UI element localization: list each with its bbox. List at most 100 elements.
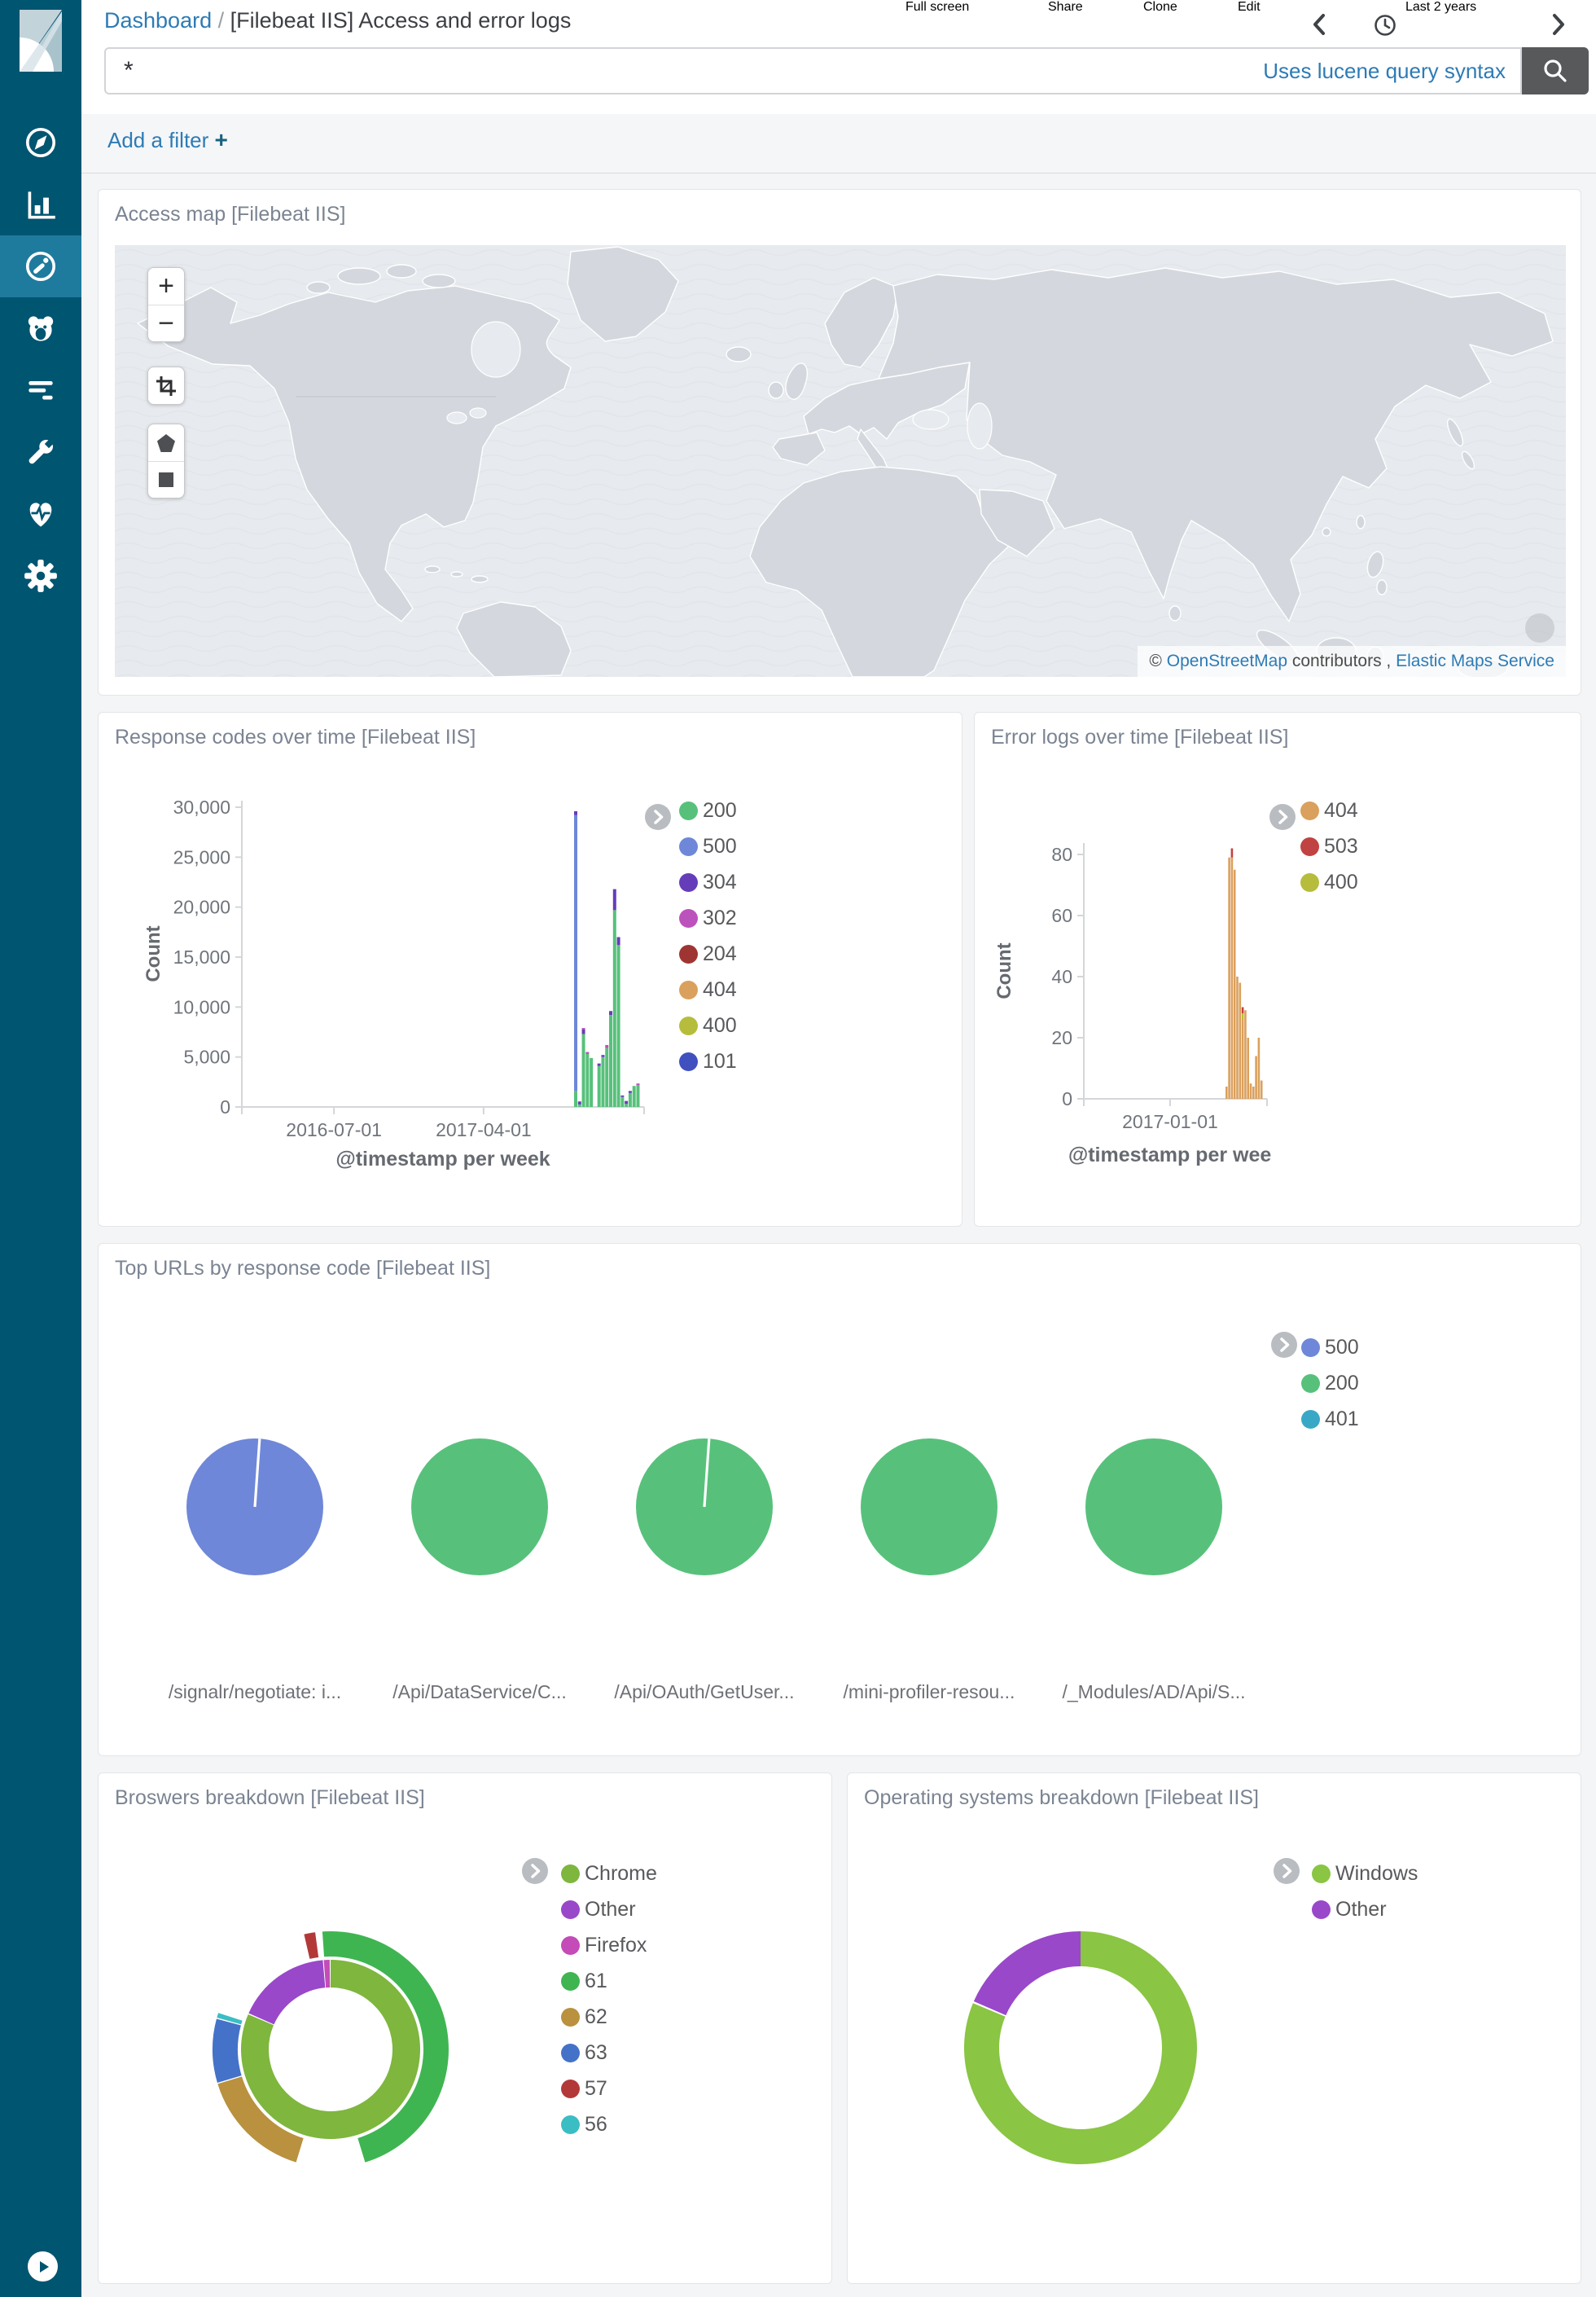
donut-segment-63[interactable] (213, 2018, 242, 2082)
share-button[interactable]: Share (1048, 0, 1083, 15)
ems-link[interactable]: Elastic Maps Service (1396, 652, 1554, 671)
legend-item[interactable]: 500 (679, 835, 737, 859)
bar-segment-304[interactable] (613, 889, 616, 911)
legend-item[interactable]: 62 (561, 2005, 657, 2029)
legend-item[interactable]: Other (561, 1898, 657, 1921)
bar-segment-503[interactable] (1242, 1008, 1244, 1014)
bar-segment-200[interactable] (609, 1015, 612, 1107)
donut-segment-57[interactable] (304, 1932, 318, 1959)
legend-item[interactable]: 56 (561, 2113, 657, 2137)
bar-segment-302[interactable] (636, 1083, 639, 1085)
bar-segment-200[interactable] (578, 1105, 581, 1107)
legend-item[interactable]: 304 (679, 871, 737, 894)
bar-segment-500[interactable] (574, 815, 577, 1091)
bar-segment-200[interactable] (605, 1048, 608, 1107)
bar-segment-200[interactable] (613, 910, 616, 1107)
search-input[interactable] (106, 57, 1263, 85)
legend-item[interactable]: 400 (679, 1014, 737, 1038)
pie-chart[interactable] (411, 1438, 548, 1575)
bar-segment-200[interactable] (620, 1097, 624, 1107)
bar-segment-302[interactable] (585, 1052, 589, 1054)
sidebar-item-management[interactable] (0, 545, 81, 607)
bar-segment-200[interactable] (601, 1057, 604, 1107)
sidebar-item-timelion[interactable] (0, 297, 81, 359)
bar-segment-304[interactable] (601, 1055, 604, 1056)
add-filter-button[interactable]: Add a filter + (107, 127, 228, 153)
bar-segment-304[interactable] (617, 937, 620, 945)
legend-item[interactable]: 200 (1301, 1372, 1359, 1395)
bar-segment-404[interactable] (1242, 1020, 1244, 1100)
legend-item[interactable]: Other (1312, 1898, 1418, 1921)
pie-chart[interactable] (636, 1438, 773, 1575)
sidebar-item-dev-tools[interactable] (0, 421, 81, 483)
legend-item[interactable]: 63 (561, 2041, 657, 2065)
legend-toggle-button[interactable] (645, 804, 671, 830)
donut-segment-Other[interactable] (974, 1931, 1081, 2015)
time-back-button[interactable] (1313, 13, 1326, 36)
legend-item[interactable]: Chrome (561, 1862, 657, 1886)
bar-segment-304[interactable] (582, 1029, 585, 1034)
os-donut[interactable] (958, 1926, 1203, 2170)
bar-segment-404[interactable] (1236, 977, 1239, 1099)
bar-segment-302[interactable] (605, 1045, 608, 1048)
legend-item[interactable]: 404 (1300, 799, 1358, 823)
bar-segment-404[interactable] (1228, 858, 1230, 1099)
bar-segment-200[interactable] (598, 1066, 601, 1107)
bar-segment-304[interactable] (578, 1101, 581, 1105)
legend-item[interactable]: 503 (1300, 835, 1358, 859)
time-picker[interactable] (1373, 13, 1397, 37)
map-zoom-out-button[interactable]: − (148, 305, 184, 341)
bar-segment-304[interactable] (625, 1101, 628, 1105)
donut-segment-Other[interactable] (248, 1960, 325, 2024)
legend-item[interactable]: Windows (1312, 1862, 1418, 1886)
bar-segment-200[interactable] (633, 1086, 636, 1107)
legend-toggle-button[interactable] (522, 1858, 548, 1884)
search-button[interactable] (1522, 47, 1589, 94)
bar-segment-404[interactable] (1261, 1081, 1263, 1100)
legend-toggle-button[interactable] (1274, 1858, 1300, 1884)
bar-segment-404[interactable] (1226, 1087, 1228, 1099)
bar-segment-200[interactable] (585, 1054, 589, 1107)
bar-segment-404[interactable] (1231, 858, 1234, 1099)
bar-segment-404[interactable] (1255, 1056, 1257, 1100)
legend-item[interactable]: 400 (1300, 871, 1358, 894)
legend-toggle-button[interactable] (1269, 804, 1296, 830)
sidebar-item-logs[interactable] (0, 359, 81, 421)
bar-segment-304[interactable] (620, 1096, 624, 1097)
browsers-donut[interactable] (208, 1927, 453, 2172)
sidebar-item-monitoring[interactable] (0, 483, 81, 545)
lucene-syntax-link[interactable]: Uses lucene query syntax (1263, 59, 1520, 84)
legend-item[interactable]: 61 (561, 1970, 657, 1993)
bar-segment-304[interactable] (574, 811, 577, 815)
legend-item[interactable]: 302 (679, 907, 737, 930)
rectangle-draw-button[interactable] (148, 461, 184, 498)
pie-chart[interactable] (861, 1438, 998, 1575)
sidebar-item-visualize[interactable] (0, 173, 81, 235)
time-forward-button[interactable] (1552, 13, 1565, 36)
bar-segment-200[interactable] (629, 1093, 632, 1107)
legend-item[interactable]: Firefox (561, 1934, 657, 1957)
legend-item[interactable]: 204 (679, 942, 737, 966)
time-range-label[interactable]: Last 2 years (1405, 0, 1476, 15)
bar-segment-200[interactable] (582, 1034, 585, 1107)
legend-item[interactable]: 200 (679, 799, 737, 823)
sidebar-item-discover[interactable] (0, 112, 81, 173)
bar-segment-404[interactable] (1244, 1010, 1247, 1099)
error-logs-chart[interactable]: 0204060802017-01-01Count@timestamp per w… (975, 713, 1581, 1226)
polygon-draw-button[interactable] (148, 424, 184, 461)
breadcrumb-dashboard-link[interactable]: Dashboard (104, 8, 212, 33)
world-map[interactable]: + − © OpenSt (115, 245, 1566, 677)
pie-chart[interactable] (1085, 1438, 1222, 1575)
legend-item[interactable]: 101 (679, 1050, 737, 1074)
bar-segment-304[interactable] (598, 1064, 601, 1066)
legend-item[interactable]: 500 (1301, 1336, 1359, 1359)
bar-segment-302[interactable] (582, 1028, 585, 1029)
legend-item[interactable]: 57 (561, 2077, 657, 2101)
clone-button[interactable]: Clone (1143, 0, 1177, 15)
map-zoom-in-button[interactable]: + (148, 268, 184, 305)
sidebar-item-dashboard[interactable] (0, 235, 81, 297)
osm-link[interactable]: OpenStreetMap (1167, 652, 1287, 671)
bar-segment-404[interactable] (1250, 1083, 1252, 1099)
bar-segment-200[interactable] (617, 945, 620, 1107)
bar-segment-304[interactable] (629, 1091, 632, 1092)
